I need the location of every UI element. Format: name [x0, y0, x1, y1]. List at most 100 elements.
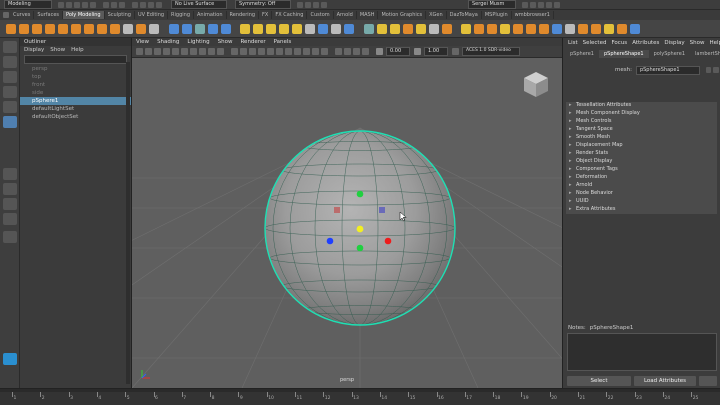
outliner-menu-help[interactable]: Help — [71, 46, 84, 54]
modeling-toolkit-icon[interactable] — [530, 1, 536, 8]
use-all-lights-icon[interactable] — [276, 48, 283, 55]
ae-menu-list[interactable]: List — [568, 38, 578, 48]
view-cube[interactable] — [522, 70, 550, 98]
viewport-menu-shading[interactable]: Shading — [157, 38, 179, 46]
wireframe-icon[interactable] — [231, 48, 238, 55]
duplicate-face-icon[interactable] — [565, 23, 575, 34]
exposure-field[interactable]: 0.00 — [386, 47, 410, 56]
save-scene-icon[interactable] — [74, 1, 80, 8]
bevel-icon[interactable] — [279, 23, 289, 34]
motion-blur-icon[interactable] — [303, 48, 310, 55]
shelf-tab-xgen[interactable]: XGen — [426, 11, 447, 19]
viewport-menu-renderer[interactable]: Renderer — [240, 38, 265, 46]
select-hierarchy-icon[interactable] — [103, 1, 109, 8]
default-material-icon[interactable] — [249, 48, 256, 55]
insert-edge-loop-icon[interactable] — [318, 23, 328, 34]
ambient-occlusion-icon[interactable] — [294, 48, 301, 55]
ae-section-uuid[interactable]: UUID — [566, 198, 717, 206]
gamma-field[interactable]: 1.00 — [424, 47, 448, 56]
mode-dropdown[interactable]: Modeling — [4, 0, 52, 9]
symmetry-dropdown[interactable]: Symmetry: Off — [235, 0, 291, 9]
sweep-mesh-icon[interactable] — [123, 23, 133, 34]
ae-section-displacement-map[interactable]: Displacement Map — [566, 142, 717, 150]
poly-type-icon[interactable] — [136, 23, 146, 34]
ae-section-mesh-component-display[interactable]: Mesh Component Display — [566, 110, 717, 118]
tool-settings-icon[interactable] — [546, 1, 552, 8]
shelf-tab-arnold[interactable]: Arnold — [334, 11, 357, 19]
viewport[interactable] — [132, 58, 562, 388]
move-tool-icon[interactable] — [2, 86, 17, 98]
snap-curve-icon[interactable] — [140, 1, 146, 8]
ae-presets-icon[interactable] — [713, 67, 720, 73]
shelf-tab-msplugin[interactable]: MSPlugin — [482, 11, 512, 19]
collapse-icon[interactable] — [630, 23, 640, 34]
ae-section-mesh-controls[interactable]: Mesh Controls — [566, 118, 717, 126]
undo-icon[interactable] — [82, 1, 88, 8]
shelf-tab-poly-modeling[interactable]: Poly Modeling — [63, 11, 105, 19]
ae-mesh-name-field[interactable]: pSphereShape1 — [635, 65, 700, 75]
shadows-icon[interactable] — [285, 48, 292, 55]
viewport-menu-panels[interactable]: Panels — [274, 38, 292, 46]
shelf-tab-animation[interactable]: Animation — [194, 11, 227, 19]
shelf-tab-curves[interactable]: Curves — [10, 11, 35, 19]
channel-box-icon[interactable] — [554, 1, 560, 8]
cleanup-icon[interactable] — [513, 23, 523, 34]
snap-grid-icon[interactable] — [132, 1, 138, 8]
fill-hole-icon[interactable] — [500, 23, 510, 34]
soften-edge-icon[interactable] — [526, 23, 536, 34]
shelf-tab-daztomaya[interactable]: DazToMaya — [447, 11, 482, 19]
select-object-icon[interactable] — [111, 1, 117, 8]
poke-icon[interactable] — [591, 23, 601, 34]
ipr-render-icon[interactable] — [305, 1, 311, 8]
viewport-menu-show[interactable]: Show — [218, 38, 233, 46]
select-component-icon[interactable] — [119, 1, 125, 8]
ae-section-component-tags[interactable]: Component Tags — [566, 166, 717, 174]
harden-edge-icon[interactable] — [539, 23, 549, 34]
new-scene-icon[interactable] — [58, 1, 64, 8]
viewport-menu-view[interactable]: View — [136, 38, 149, 46]
lasso-tool-icon[interactable] — [2, 56, 17, 68]
image-plane-icon[interactable] — [154, 48, 161, 55]
render-settings-icon[interactable] — [313, 1, 319, 8]
outliner-item-psphere1[interactable]: pSphere1 — [20, 97, 131, 105]
triangulate-icon[interactable] — [474, 23, 484, 34]
automatic-uv-icon[interactable] — [376, 23, 387, 34]
ae-section-arnold[interactable]: Arnold — [566, 182, 717, 190]
ae-section-tangent-space[interactable]: Tangent Space — [566, 126, 717, 134]
scale-tool-icon[interactable] — [2, 116, 17, 128]
outliner-search-input[interactable] — [24, 55, 127, 64]
shelf-tab-mash[interactable]: MASH — [357, 11, 379, 19]
render-frame-icon[interactable] — [297, 1, 303, 8]
quadrangulate-icon[interactable] — [487, 23, 497, 34]
bookmark-icon[interactable] — [145, 48, 152, 55]
x-ray-icon[interactable] — [344, 48, 351, 55]
append-polygon-icon[interactable] — [292, 23, 302, 34]
attribute-editor-toggle-icon[interactable] — [538, 1, 544, 8]
persp-outliner-layout-icon[interactable] — [2, 198, 17, 210]
paint-select-tool-icon[interactable] — [2, 71, 17, 83]
snap-point-icon[interactable] — [148, 1, 154, 8]
ae-menu-attributes[interactable]: Attributes — [632, 38, 659, 48]
separate-icon[interactable] — [181, 23, 192, 34]
redo-icon[interactable] — [90, 1, 96, 8]
shelf-tab-uv-editing[interactable]: UV Editing — [135, 11, 169, 19]
multisample-aa-icon[interactable] — [312, 48, 319, 55]
safe-action-icon[interactable] — [208, 48, 215, 55]
poly-cone-icon[interactable] — [45, 23, 55, 34]
grid-toggle-icon[interactable] — [163, 48, 170, 55]
poly-plane-icon[interactable] — [71, 23, 81, 34]
poly-disc-icon[interactable] — [84, 23, 94, 34]
poly-sphere-icon[interactable] — [6, 23, 16, 34]
backface-culling-icon[interactable] — [362, 48, 369, 55]
ae-select-button[interactable]: Select — [567, 376, 631, 386]
outliner-menu-show[interactable]: Show — [50, 46, 65, 54]
shelf-tab-custom[interactable]: Custom — [307, 11, 334, 19]
uv-editor-icon[interactable] — [415, 23, 426, 34]
shelf-tab-surfaces[interactable]: Surfaces — [34, 11, 64, 19]
field-chart-icon[interactable] — [199, 48, 206, 55]
outliner-item-default-light-set[interactable]: defaultLightSet — [20, 105, 131, 113]
ae-section-extra-attributes[interactable]: Extra Attributes — [566, 206, 717, 214]
wireframe-on-shaded-icon[interactable] — [258, 48, 265, 55]
ae-section-render-stats[interactable]: Render Stats — [566, 150, 717, 158]
shelf-tab-wmbbrowser1[interactable]: wmbbrowser1 — [512, 11, 554, 19]
